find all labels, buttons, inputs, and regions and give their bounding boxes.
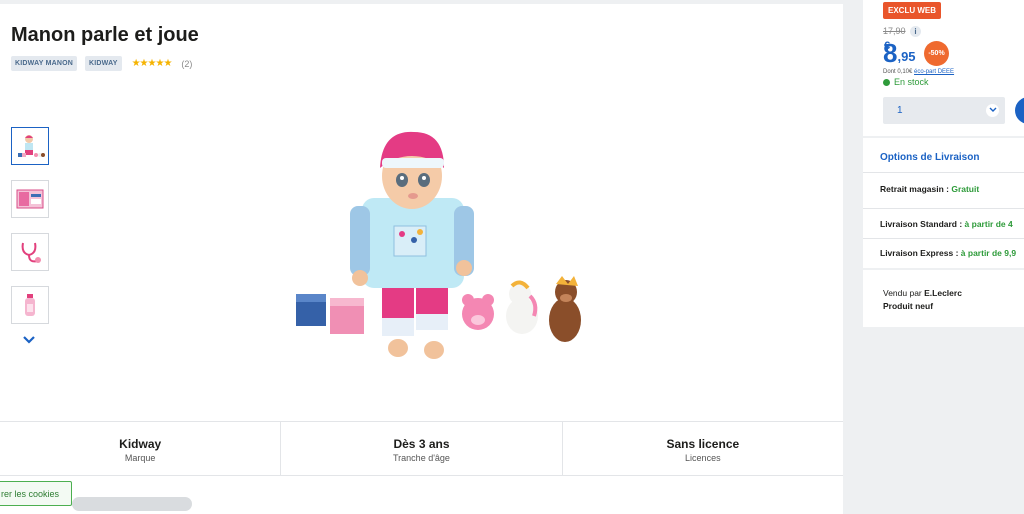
- chevron-down-icon[interactable]: [986, 104, 999, 117]
- product-features: Kidway Marque Dès 3 ans Tranche d'âge Sa…: [0, 421, 843, 476]
- tag-kidway[interactable]: KIDWAY: [85, 56, 122, 71]
- product-title: Manon parle et joue: [11, 24, 199, 46]
- feature-brand-value: Kidway: [119, 437, 162, 451]
- express-value: à partir de 9,9: [960, 248, 1017, 258]
- product-main-image[interactable]: [290, 128, 590, 368]
- standard-label: Livraison Standard :: [880, 219, 965, 229]
- express-label: Livraison Express :: [880, 248, 961, 258]
- seller-name: E.Leclerc: [924, 288, 962, 298]
- old-price: 17,90: [883, 26, 906, 36]
- rating-count[interactable]: (2): [181, 59, 192, 69]
- feature-license: Sans licence Licences: [563, 422, 843, 475]
- thumbnail-list: [11, 127, 51, 339]
- thumbnail-stethoscope[interactable]: [11, 233, 49, 271]
- thumbnail-box[interactable]: [11, 180, 49, 218]
- eco-link[interactable]: éco-part DEEE: [914, 69, 954, 75]
- price-currency: €: [884, 40, 891, 52]
- thumbnail-bottle[interactable]: [11, 286, 49, 324]
- feature-age-value: Dès 3 ans: [393, 437, 450, 451]
- price-decimals: ,95: [897, 49, 916, 64]
- cookie-settings-button[interactable]: rer les cookies: [0, 481, 72, 506]
- quantity-select[interactable]: 1: [883, 97, 1005, 124]
- feature-age: Dès 3 ans Tranche d'âge: [281, 422, 563, 475]
- divider: [863, 208, 1024, 209]
- exclusive-badge: EXCLU WEB: [883, 2, 941, 19]
- pickup-label: Retrait magasin :: [880, 184, 952, 194]
- eco-prefix: Dont 0,10€: [883, 69, 915, 75]
- feature-license-value: Sans licence: [666, 437, 740, 451]
- thumbnail-doll[interactable]: [11, 127, 49, 165]
- standard-value: à partir de 4: [964, 219, 1013, 229]
- info-icon[interactable]: i: [910, 26, 921, 37]
- product-tags: KIDWAY MANON KIDWAY ★★★★★ (2): [11, 56, 192, 71]
- delivery-standard: Livraison Standard : à partir de 4: [880, 219, 1013, 229]
- rating-stars-icon[interactable]: ★★★★★: [132, 58, 173, 69]
- feature-license-label: Licences: [685, 453, 721, 463]
- delivery-pickup: Retrait magasin : Gratuit: [880, 184, 979, 194]
- chevron-down-icon[interactable]: [22, 332, 36, 348]
- feature-age-label: Tranche d'âge: [393, 453, 450, 463]
- stock-dot-icon: [883, 78, 890, 86]
- current-price: 8 € ,95: [883, 40, 916, 66]
- delivery-express: Livraison Express : à partir de 9,9: [880, 248, 1016, 258]
- bottom-scroll-bar[interactable]: [72, 497, 192, 511]
- divider: [863, 172, 1024, 173]
- divider: [863, 238, 1024, 239]
- stock-status: En stock: [883, 77, 929, 87]
- seller-prefix: Vendu par: [883, 288, 925, 298]
- product-condition: Produit neuf: [883, 301, 934, 311]
- discount-badge: -50%: [924, 41, 949, 66]
- seller-info: Vendu par E.Leclerc Produit neuf: [883, 287, 962, 313]
- feature-brand: Kidway Marque: [0, 422, 282, 475]
- tag-kidway-manon[interactable]: KIDWAY MANON: [11, 56, 78, 71]
- eco-participation: Dont 0,10€ éco-part DEEE: [883, 69, 954, 75]
- quantity-value: 1: [897, 105, 903, 116]
- stock-label: En stock: [894, 77, 929, 87]
- feature-brand-label: Marque: [124, 453, 156, 463]
- pickup-value: Gratuit: [951, 184, 980, 194]
- delivery-options-title[interactable]: Options de Livraison: [880, 152, 979, 163]
